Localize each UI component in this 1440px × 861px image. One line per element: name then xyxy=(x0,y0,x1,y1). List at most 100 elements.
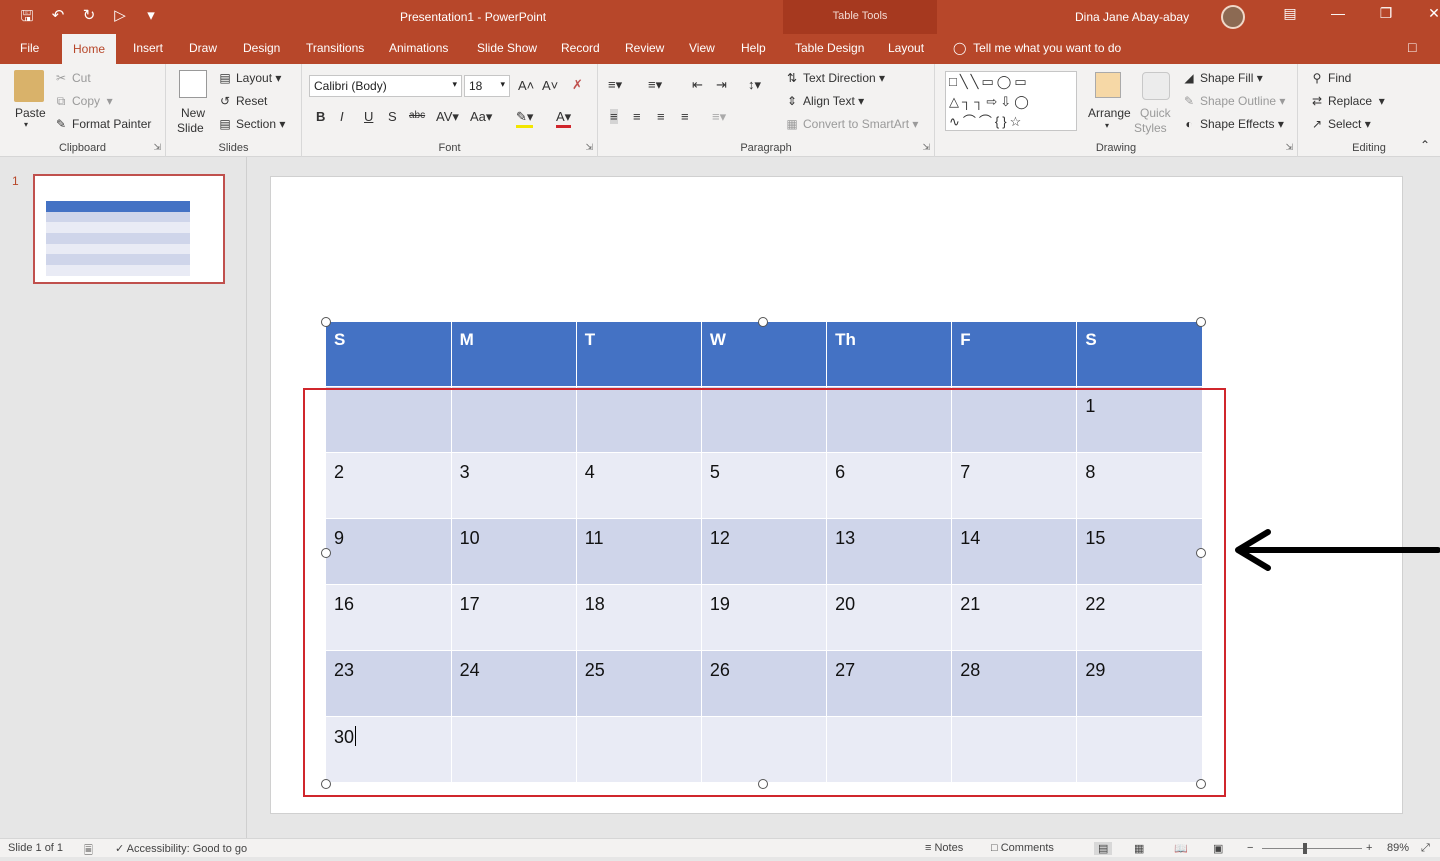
table-header-cell[interactable]: Th xyxy=(826,322,952,386)
table-header-cell[interactable]: F xyxy=(951,322,1077,386)
text-direction-button[interactable]: ⇅ Text Direction ▾ xyxy=(785,71,885,85)
shape-fill-button[interactable]: ◢ Shape Fill ▾ xyxy=(1182,71,1262,85)
table-header-cell[interactable]: S xyxy=(1076,322,1202,386)
increase-indent-icon[interactable]: ⇥ xyxy=(716,77,727,93)
tab-animations[interactable]: Animations xyxy=(389,41,448,55)
maximize-icon[interactable]: ❐ xyxy=(1362,5,1410,22)
redo-icon[interactable]: ↻ xyxy=(80,6,98,31)
tab-home[interactable]: Home xyxy=(62,34,117,64)
dialog-launcher-icon[interactable]: ⇲ xyxy=(153,142,161,153)
slide-sorter-icon[interactable]: ▦ xyxy=(1134,842,1144,855)
comments-icon[interactable]: □ xyxy=(1408,39,1416,55)
save-icon[interactable]: 🖫 xyxy=(18,6,36,31)
normal-view-icon[interactable]: ▤ xyxy=(1094,842,1113,855)
select-button[interactable]: ↗ Select ▾ xyxy=(1310,117,1371,131)
new-slide-label-1[interactable]: New xyxy=(181,106,205,120)
zoom-in-icon[interactable]: + xyxy=(1366,842,1372,854)
layout-button[interactable]: ▤ Layout ▾ xyxy=(218,71,281,85)
table-header-cell[interactable]: S xyxy=(326,322,452,386)
tab-insert[interactable]: Insert xyxy=(133,41,163,55)
font-name-combo[interactable]: Calibri (Body) ▾ xyxy=(309,75,462,97)
minimize-icon[interactable]: — xyxy=(1314,5,1362,22)
bullets-icon[interactable]: ≡▾ xyxy=(608,77,622,93)
avatar[interactable] xyxy=(1221,5,1245,29)
zoom-level[interactable]: 89% xyxy=(1387,842,1409,854)
tab-design[interactable]: Design xyxy=(243,41,280,55)
shadow-icon[interactable]: S xyxy=(388,109,397,124)
cut-button[interactable]: ✂ Cut xyxy=(54,71,91,85)
collapse-ribbon-icon[interactable]: ⌃ xyxy=(1420,138,1430,152)
dialog-launcher-icon[interactable]: ⇲ xyxy=(1285,142,1293,153)
slideshow-view-icon[interactable]: ▣ xyxy=(1213,842,1223,855)
tab-layout[interactable]: Layout xyxy=(888,41,924,55)
tab-file[interactable]: File xyxy=(20,41,39,55)
line-spacing-icon[interactable]: ↕▾ xyxy=(748,77,761,93)
zoom-slider-track[interactable] xyxy=(1262,848,1362,849)
font-color-icon[interactable]: A▾ xyxy=(556,109,572,128)
customize-qat-icon[interactable]: ▾ xyxy=(142,6,160,31)
grow-font-icon[interactable]: A˄ xyxy=(518,78,534,93)
change-case-icon[interactable]: Aa▾ xyxy=(470,109,492,125)
dialog-launcher-icon[interactable]: ⇲ xyxy=(922,142,930,153)
tab-record[interactable]: Record xyxy=(561,41,600,55)
arrange-icon[interactable] xyxy=(1095,72,1121,98)
notes-button[interactable]: ≡ Notes xyxy=(925,842,963,854)
align-center-icon[interactable]: ≡ xyxy=(633,109,641,124)
section-button[interactable]: ▤ Section ▾ xyxy=(218,117,285,131)
slide-thumbnail[interactable] xyxy=(33,174,225,284)
strikethrough-icon[interactable]: abc xyxy=(409,110,425,121)
quick-styles-label-1[interactable]: Quick xyxy=(1140,106,1171,120)
undo-icon[interactable]: ↶ xyxy=(49,6,67,31)
new-slide-icon[interactable] xyxy=(179,70,207,98)
table-header-cell[interactable]: T xyxy=(575,322,702,386)
accessibility-button[interactable]: ✓ Accessibility: Good to go xyxy=(115,842,247,855)
find-button[interactable]: ⚲ Find xyxy=(1310,71,1352,85)
tell-me-search[interactable]: ◯ Tell me what you want to do xyxy=(953,41,1121,55)
justify-icon[interactable]: ≡ xyxy=(681,109,689,124)
tab-table-design[interactable]: Table Design xyxy=(795,41,864,55)
arrange-dropdown-icon[interactable]: ▾ xyxy=(1105,121,1109,130)
align-left-icon[interactable]: ≡ xyxy=(610,109,618,124)
reading-view-icon[interactable]: 📖 xyxy=(1174,842,1188,855)
shape-outline-button[interactable]: ✎ Shape Outline ▾ xyxy=(1182,94,1285,108)
paste-button[interactable]: Paste xyxy=(15,106,46,120)
paste-dropdown-icon[interactable]: ▾ xyxy=(24,120,28,129)
new-slide-label-2[interactable]: Slide xyxy=(177,121,204,135)
table-header-cell[interactable]: M xyxy=(450,322,577,386)
table-header-cell[interactable]: W xyxy=(700,322,827,386)
tab-slide-show[interactable]: Slide Show xyxy=(477,41,537,55)
align-text-button[interactable]: ⇕ Align Text ▾ xyxy=(785,94,864,108)
resize-handle-top[interactable] xyxy=(758,317,768,327)
convert-smartart-button[interactable]: ▦ Convert to SmartArt ▾ xyxy=(785,117,918,131)
reset-button[interactable]: ↺ Reset xyxy=(218,94,267,108)
tab-transitions[interactable]: Transitions xyxy=(306,41,364,55)
quick-styles-icon[interactable] xyxy=(1142,72,1170,100)
tab-view[interactable]: View xyxy=(689,41,715,55)
align-right-icon[interactable]: ≡ xyxy=(657,109,665,124)
shape-effects-button[interactable]: ◐ Shape Effects ▾ xyxy=(1182,117,1283,131)
zoom-slider-thumb[interactable] xyxy=(1303,843,1307,854)
font-size-combo[interactable]: 18 ▾ xyxy=(464,75,510,97)
shapes-gallery[interactable]: □╲╲▭◯▭ △┐┐⇨⇩◯ ∿⌒⌒{}☆ xyxy=(945,71,1077,131)
resize-handle-top-right[interactable] xyxy=(1196,317,1206,327)
dialog-launcher-icon[interactable]: ⇲ xyxy=(585,142,593,153)
comments-button[interactable]: □ Comments xyxy=(991,842,1054,854)
decrease-indent-icon[interactable]: ⇤ xyxy=(692,77,703,93)
tab-help[interactable]: Help xyxy=(741,41,766,55)
close-icon[interactable]: ✕ xyxy=(1410,5,1440,22)
columns-icon[interactable]: ≡▾ xyxy=(712,109,726,125)
format-painter-button[interactable]: ✎ Format Painter xyxy=(54,117,151,131)
user-name[interactable]: Dina Jane Abay-abay xyxy=(1075,10,1189,24)
zoom-out-icon[interactable]: − xyxy=(1247,842,1253,854)
numbering-icon[interactable]: ≡▾ xyxy=(648,77,662,93)
quick-styles-label-2[interactable]: Styles xyxy=(1134,121,1167,135)
tab-draw[interactable]: Draw xyxy=(189,41,217,55)
replace-button[interactable]: ⇄ Replace ▾ xyxy=(1310,94,1385,108)
tab-review[interactable]: Review xyxy=(625,41,664,55)
bold-icon[interactable]: B xyxy=(316,109,325,124)
copy-button[interactable]: ⧉ Copy ▾ xyxy=(54,94,113,109)
resize-handle-top-left[interactable] xyxy=(321,317,331,327)
spellcheck-icon[interactable]: 🗏 xyxy=(84,842,93,861)
character-spacing-icon[interactable]: AV▾ xyxy=(436,109,459,125)
shrink-font-icon[interactable]: A˅ xyxy=(542,78,558,93)
